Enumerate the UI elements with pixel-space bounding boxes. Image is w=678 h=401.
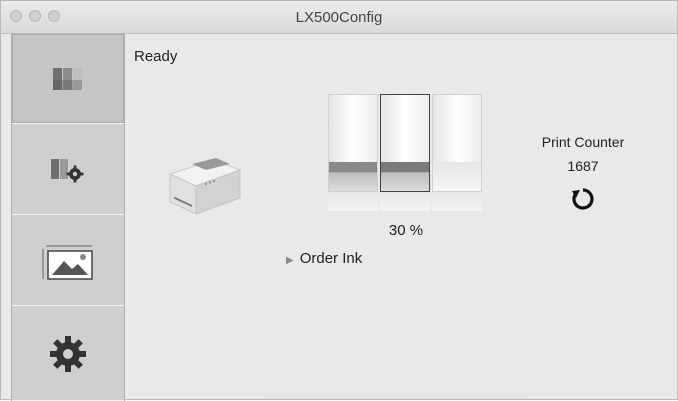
ink-cartridge-3 bbox=[432, 94, 482, 192]
order-ink-label: Order Ink bbox=[299, 250, 363, 267]
ink-cartridges-icon bbox=[53, 67, 82, 90]
order-ink-disclosure[interactable]: ▶ Order Ink bbox=[286, 250, 362, 267]
main-panel: Ready 30 % ▶ Order Ink Print Counter 168… bbox=[124, 34, 677, 399]
ink-settings-icon bbox=[51, 158, 84, 182]
ink-cartridge-display bbox=[328, 94, 484, 214]
ink-cartridge-1 bbox=[328, 94, 378, 192]
title-bar: LX500Config bbox=[1, 1, 677, 34]
gear-icon bbox=[50, 335, 86, 372]
window-title: LX500Config bbox=[295, 9, 383, 26]
panel-bottom-edge bbox=[264, 391, 527, 399]
printer-image bbox=[168, 158, 242, 215]
app-window: LX500Config Ready 30 % ▶ Order Ink Print… bbox=[0, 0, 678, 401]
cartridge-reflection bbox=[432, 193, 482, 211]
disclosure-triangle-icon: ▶ bbox=[286, 255, 294, 266]
ink-fill-2 bbox=[381, 162, 429, 191]
ink-fill-1 bbox=[329, 162, 377, 191]
cartridge-reflection bbox=[328, 193, 378, 211]
sidebar-item-ink-levels[interactable] bbox=[12, 34, 124, 124]
printer-status: Ready bbox=[134, 48, 178, 65]
sidebar-item-preferences[interactable] bbox=[12, 307, 124, 401]
cartridge-reflection bbox=[380, 193, 430, 211]
sidebar-item-label-setup[interactable] bbox=[12, 216, 124, 306]
label-image-icon bbox=[42, 245, 93, 280]
ink-fill-3 bbox=[433, 162, 481, 191]
reset-counter-icon[interactable] bbox=[570, 186, 596, 212]
print-counter-label: Print Counter bbox=[541, 134, 625, 150]
sidebar bbox=[11, 34, 125, 401]
sidebar-item-printer-settings[interactable] bbox=[12, 125, 124, 215]
ink-cartridge-2 bbox=[380, 94, 430, 192]
ink-level-percent: 30 % bbox=[388, 222, 424, 239]
print-counter-value: 1687 bbox=[567, 158, 599, 174]
